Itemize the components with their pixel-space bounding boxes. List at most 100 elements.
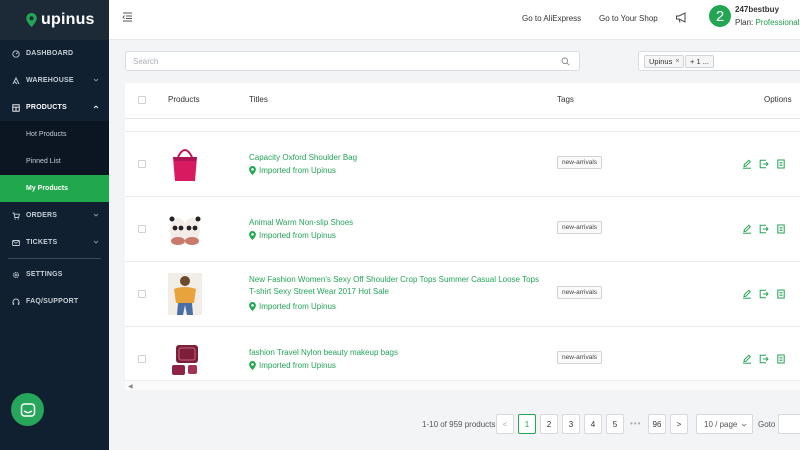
export-icon[interactable] [759,354,769,364]
megaphone-icon[interactable] [675,11,688,24]
sidebar-item-label: FAQ/SUPPORT [26,298,79,305]
user-plan: Plan: Professional [735,18,800,27]
export-icon[interactable] [759,224,769,234]
sidebar: upinus DASHBOARD WAREHOUSE PRODUCTS Hot … [0,0,109,450]
row-checkbox[interactable] [138,160,146,168]
select-all-checkbox[interactable] [138,96,146,104]
sidebar-item-hot-products[interactable]: Hot Products [0,121,109,148]
top-header: Go to AliExpress Go to Your Shop 2 247be… [109,0,800,40]
row-checkbox[interactable] [138,225,146,233]
tag-badge[interactable]: new-arrivals [557,351,603,364]
user-badge[interactable]: 2 [709,5,731,27]
tag-badge[interactable]: new-arrivals [557,286,603,299]
sidebar-item-label: WAREHOUSE [26,77,74,84]
row-checkbox[interactable] [138,355,146,363]
sidebar-item-products[interactable]: PRODUCTS [0,94,109,121]
product-title-link[interactable]: Capacity Oxford Shoulder Bag [249,152,539,164]
page-button-5[interactable]: 5 [606,414,624,434]
tag-badge[interactable]: new-arrivals [557,221,603,234]
product-source-label: Imported from Upinus [259,302,336,311]
sidebar-item-my-products[interactable]: My Products [0,175,109,202]
warehouse-icon [12,76,20,85]
goto-page-input[interactable] [778,414,800,434]
row-checkbox[interactable] [138,290,146,298]
product-title-link[interactable]: fashion Travel Nylon beauty makeup bags [249,347,539,359]
edit-icon[interactable] [742,354,752,364]
menu-collapse-icon[interactable] [122,12,133,22]
page-button-4[interactable]: 4 [584,414,602,434]
sidebar-item-settings[interactable]: SETTINGS [0,261,109,288]
filter-chip[interactable]: Upinus × [644,55,685,68]
sidebar-item-label: TICKETS [26,239,58,246]
per-page-select[interactable]: 10 / page [696,414,753,434]
filter-chip-more[interactable]: + 1 ... [685,55,714,68]
page-button-last[interactable]: 96 [648,414,666,434]
location-pin-icon [249,361,256,370]
sidebar-item-warehouse[interactable]: WAREHOUSE [0,67,109,94]
headset-icon [12,298,20,306]
user-name[interactable]: 247bestbuy [735,5,779,14]
edit-icon[interactable] [742,289,752,299]
edit-icon[interactable] [742,224,752,234]
search-icon[interactable] [561,57,570,66]
sidebar-item-dashboard[interactable]: DASHBOARD [0,40,109,67]
products-table: Products Titles Tags Options Capacity Ox… [125,83,800,390]
logo-text: upinus [41,11,95,28]
tag-badge[interactable]: new-arrivals [557,156,603,169]
location-pin-icon [249,231,256,240]
product-source: Imported from Upinus [249,166,336,175]
sidebar-item-tickets[interactable]: TICKETS [0,229,109,256]
export-icon[interactable] [759,159,769,169]
chevron-down-icon [93,240,99,244]
chevron-up-icon [93,105,99,109]
product-thumbnail-bag[interactable] [168,143,202,185]
horizontal-scrollbar[interactable]: ◀ [125,380,800,390]
chat-icon [20,402,35,417]
go-to-aliexpress-link[interactable]: Go to AliExpress [522,14,581,23]
sidebar-item-orders[interactable]: ORDERS [0,202,109,229]
product-source-label: Imported from Upinus [259,361,336,370]
scroll-left-icon[interactable]: ◀ [128,383,133,390]
product-source-label: Imported from Upinus [259,166,336,175]
products-submenu: Hot Products Pinned List My Products [0,121,109,202]
table-header: Products Titles Tags Options [125,83,800,119]
go-to-your-shop-link[interactable]: Go to Your Shop [599,14,658,23]
product-source-label: Imported from Upinus [259,231,336,240]
edit-icon[interactable] [742,159,752,169]
ticket-icon [12,239,20,247]
search-input[interactable] [126,52,546,70]
delete-icon[interactable] [776,354,786,364]
page-button-1[interactable]: 1 [518,414,536,434]
page-button-3[interactable]: 3 [562,414,580,434]
column-header-titles: Titles [249,95,268,104]
location-pin-icon [249,302,256,311]
table-row: Animal Warm Non-slip Shoes Imported from… [125,196,800,260]
goto-label: Goto [758,420,776,429]
page-button-2[interactable]: 2 [540,414,558,434]
product-title-link[interactable]: Animal Warm Non-slip Shoes [249,217,539,229]
sidebar-item-pinned-list[interactable]: Pinned List [0,148,109,175]
product-thumbnail-top[interactable] [168,273,202,315]
prev-page-button[interactable]: < [496,414,514,434]
delete-icon[interactable] [776,224,786,234]
sidebar-item-faq-support[interactable]: FAQ/SUPPORT [0,288,109,315]
chevron-down-icon [93,213,99,217]
column-header-products: Products [168,95,200,104]
delete-icon[interactable] [776,159,786,169]
per-page-value: 10 / page [704,419,738,429]
page-ellipsis[interactable]: ••• [630,419,641,428]
close-icon[interactable]: × [675,58,679,65]
column-header-tags: Tags [557,95,574,104]
export-icon[interactable] [759,289,769,299]
product-thumbnail-shoes[interactable] [168,208,202,250]
tag-filter-select[interactable]: Upinus × + 1 ... [638,51,800,71]
gear-icon [12,271,20,279]
chevron-down-icon [741,423,747,427]
delete-icon[interactable] [776,289,786,299]
cart-icon [12,212,20,220]
chat-button[interactable] [11,393,44,426]
product-title-link[interactable]: New Fashion Women's Sexy Off Shoulder Cr… [249,274,539,298]
next-page-button[interactable]: > [670,414,688,434]
logo[interactable]: upinus [0,0,109,40]
product-thumbnail-makeup-bag[interactable] [168,337,202,379]
